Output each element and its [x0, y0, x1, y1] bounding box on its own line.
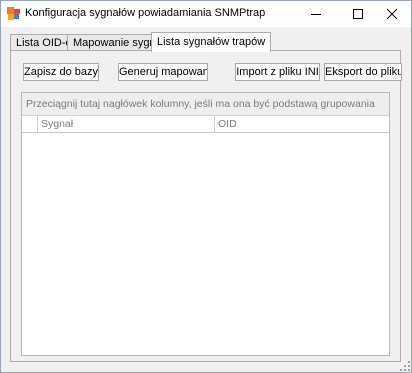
client-area: Lista OID-ów Mapowanie sygnałów Lista sy…	[1, 27, 411, 372]
maximize-button[interactable]	[339, 1, 377, 27]
group-by-hint: Przeciągnij tutaj nagłówek kolumny, jeśl…	[26, 98, 375, 110]
export-ini-button[interactable]: Eksport do pliku INI	[324, 63, 402, 81]
row-indicator-header[interactable]	[22, 116, 38, 132]
app-icon	[7, 7, 20, 20]
close-icon	[387, 9, 397, 19]
signals-grid[interactable]: Przeciągnij tutaj nagłówek kolumny, jeśl…	[21, 92, 390, 356]
tab-panel: Zapisz do bazy Generuj mapowanie Import …	[10, 50, 402, 362]
import-ini-button[interactable]: Import z pliku INI	[235, 63, 320, 81]
column-header-oid[interactable]: OID	[215, 116, 389, 132]
title-bar[interactable]: Konfiguracja sygnałów powiadamiania SNMP…	[1, 1, 411, 27]
save-to-database-button[interactable]: Zapisz do bazy	[23, 63, 99, 81]
generate-mapping-button[interactable]: Generuj mapowanie	[118, 63, 208, 81]
tab-label: Lista sygnałów trapów	[157, 36, 266, 48]
column-header-sygnal[interactable]: Sygnał	[38, 116, 215, 132]
resize-grip-icon[interactable]	[400, 361, 410, 371]
grid-header-row: Sygnał OID	[22, 116, 389, 133]
tab-lista-sygnalow-trapow[interactable]: Lista sygnałów trapów	[151, 32, 272, 52]
main-window: Konfiguracja sygnałów powiadamiania SNMP…	[0, 0, 412, 373]
minimize-button[interactable]	[297, 1, 335, 27]
minimize-icon	[311, 14, 321, 15]
grid-rows-area[interactable]	[22, 133, 389, 355]
maximize-icon	[353, 9, 363, 19]
window-title: Konfiguracja sygnałów powiadamiania SNMP…	[25, 7, 266, 19]
close-button[interactable]	[373, 1, 411, 27]
group-by-panel[interactable]: Przeciągnij tutaj nagłówek kolumny, jeśl…	[22, 93, 389, 116]
